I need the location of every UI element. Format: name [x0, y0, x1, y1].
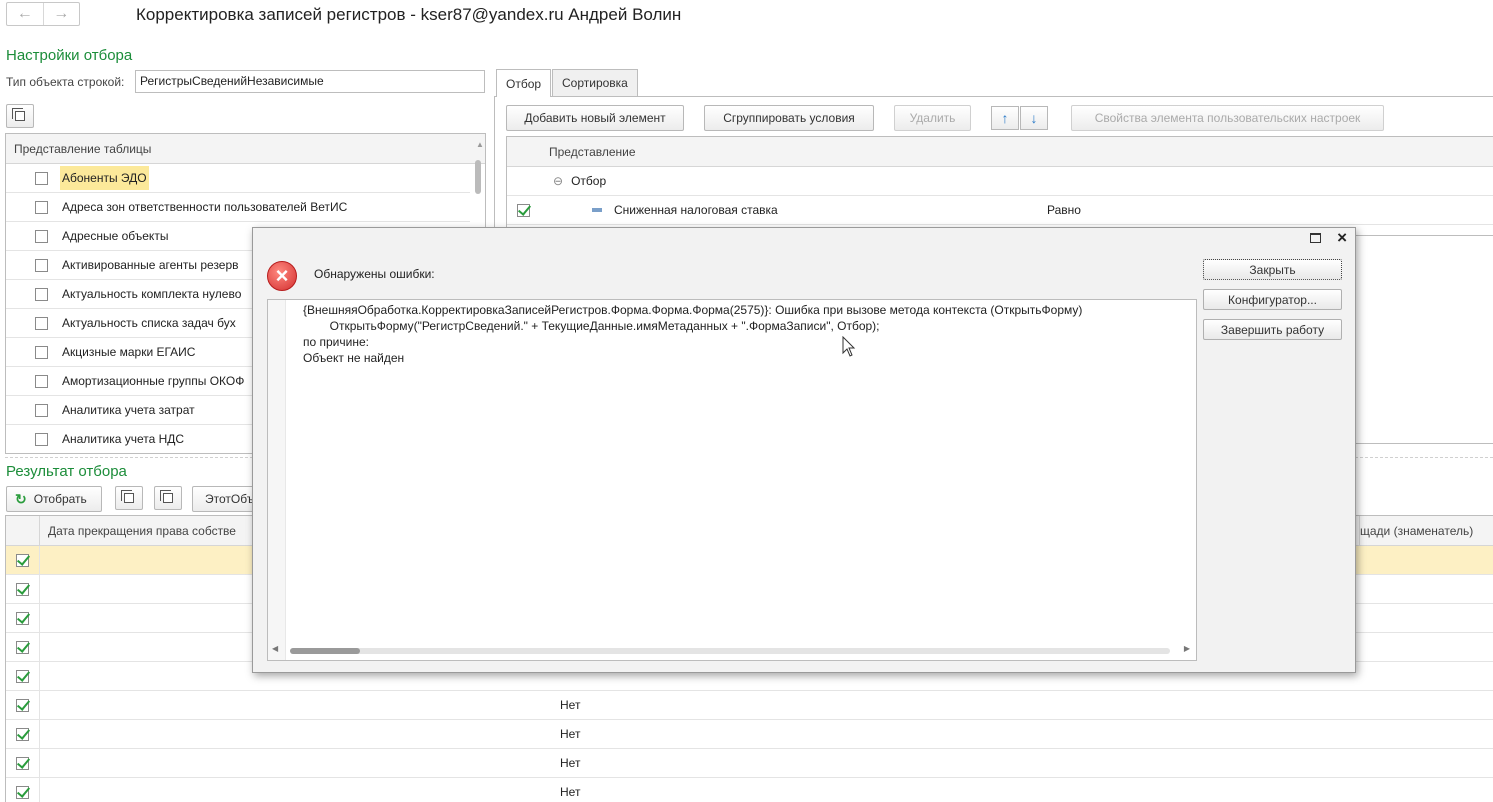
register-checkbox[interactable]	[35, 316, 48, 330]
result-title: Результат отбора	[6, 463, 127, 480]
filter-condition-row[interactable]: Сниженная налоговая ставка Равно	[507, 196, 1493, 225]
tab-sort[interactable]: Сортировка	[552, 69, 638, 96]
user-settings-props-button[interactable]: Свойства элемента пользовательских настр…	[1071, 105, 1384, 131]
register-row[interactable]: Адреса зон ответственности пользователей…	[6, 193, 470, 222]
result-checkbox[interactable]	[16, 756, 29, 770]
result-checkbox[interactable]	[16, 582, 29, 596]
condition-checkbox[interactable]	[517, 203, 530, 217]
close-button[interactable]: Закрыть	[1203, 259, 1342, 280]
register-label: Абоненты ЭДО	[60, 166, 149, 190]
select-button[interactable]: ↻ Отобрать	[6, 486, 102, 512]
register-checkbox[interactable]	[35, 345, 48, 359]
collapse-icon: ⊖	[553, 174, 564, 188]
register-checkbox[interactable]	[35, 403, 48, 417]
result-value: Нет	[560, 698, 581, 712]
register-label: Акцизные марки ЕГАИС	[62, 345, 196, 359]
result-checkbox[interactable]	[16, 698, 29, 712]
object-type-label: Тип объекта строкой:	[6, 75, 125, 89]
move-up-button[interactable]: ↑	[991, 106, 1019, 130]
error-line-1: {ВнешняяОбработка.КорректировкаЗаписейРе…	[303, 303, 1083, 317]
copy-icon-2	[160, 490, 173, 503]
result-row[interactable]: Нет	[6, 720, 1493, 749]
error-dialog: × × Обнаружены ошибки: {ВнешняяОбработка…	[252, 227, 1356, 673]
register-checkbox[interactable]	[35, 200, 48, 214]
result-checkbox[interactable]	[16, 669, 29, 683]
register-label: Адресные объекты	[62, 229, 169, 243]
close-icon[interactable]: ×	[1337, 228, 1347, 248]
result-checkbox[interactable]	[16, 727, 29, 741]
configurator-button[interactable]: Конфигуратор...	[1203, 289, 1342, 310]
filter-group-label: Отбор	[571, 174, 607, 188]
result-checkbox[interactable]	[16, 640, 29, 654]
result-checkbox[interactable]	[16, 553, 29, 567]
error-line-2: ОткрытьФорму("РегистрСведений." + Текущи…	[303, 319, 880, 333]
result-row[interactable]: Нет	[6, 691, 1493, 720]
add-element-button[interactable]: Добавить новый элемент	[506, 105, 684, 131]
horizontal-scrollbar[interactable]: ◀ ▶	[272, 644, 1190, 656]
register-label: Актуальность списка задач бух	[62, 316, 236, 330]
register-label: Адреса зон ответственности пользователей…	[62, 200, 348, 214]
register-label: Активированные агенты резерв	[62, 258, 239, 272]
register-checkbox[interactable]	[35, 171, 48, 185]
error-text-box[interactable]: {ВнешняяОбработка.КорректировкаЗаписейРе…	[267, 299, 1197, 661]
copy-icon	[12, 108, 25, 121]
select-button-label: Отобрать	[33, 492, 87, 506]
group-conditions-button[interactable]: Сгруппировать условия	[704, 105, 874, 131]
register-checkbox[interactable]	[35, 229, 48, 243]
filter-group-row[interactable]: ⊖ Отбор	[507, 167, 1493, 196]
register-checkbox[interactable]	[35, 374, 48, 388]
register-label: Амортизационные группы ОКОФ	[62, 374, 245, 388]
maximize-icon[interactable]	[1310, 233, 1321, 243]
tab-filter[interactable]: Отбор	[496, 69, 552, 97]
exit-button[interactable]: Завершить работу	[1203, 319, 1342, 340]
result-row[interactable]: Нет	[6, 778, 1493, 802]
text-gutter	[268, 300, 286, 660]
condition-label: Сниженная налоговая ставка	[614, 203, 778, 217]
result-value: Нет	[560, 756, 581, 770]
result-checkbox[interactable]	[16, 785, 29, 799]
result-checkbox[interactable]	[16, 611, 29, 625]
condition-type: Равно	[1047, 203, 1081, 217]
delete-button[interactable]: Удалить	[894, 105, 971, 131]
filter-settings-title: Настройки отбора	[6, 47, 133, 64]
register-checkbox[interactable]	[35, 258, 48, 272]
arrow-down-icon: ↓	[1030, 110, 1038, 126]
register-label: Аналитика учета затрат	[62, 403, 195, 417]
col-area: щади (знаменатель)	[1359, 516, 1473, 546]
back-button[interactable]: ←	[7, 3, 44, 25]
col-date: Дата прекращения права собстве	[48, 523, 236, 538]
result-value: Нет	[560, 785, 581, 799]
window-title: Корректировка записей регистров - kser87…	[136, 5, 682, 24]
copy-button[interactable]	[6, 104, 34, 128]
register-checkbox[interactable]	[35, 432, 48, 446]
filter-tree: Представление ⊖ Отбор Сниженная налогова…	[506, 136, 1493, 236]
filter-tree-header: Представление	[507, 137, 1493, 167]
forward-button[interactable]: →	[44, 3, 80, 25]
error-line-4: Объект не найден	[303, 351, 405, 365]
copy-button-2[interactable]	[154, 486, 182, 510]
move-down-button[interactable]: ↓	[1020, 106, 1048, 130]
filter-tree-header-label: Представление	[549, 144, 636, 159]
refresh-icon: ↻	[15, 490, 27, 507]
object-type-input[interactable]: РегистрыСведенийНезависимые	[135, 70, 485, 93]
register-label: Аналитика учета НДС	[62, 432, 185, 446]
error-icon: ×	[267, 261, 297, 291]
register-checkbox[interactable]	[35, 287, 48, 301]
error-line-3: по причине:	[303, 335, 369, 349]
nav-buttons: ← →	[6, 2, 80, 26]
result-value: Нет	[560, 727, 581, 741]
register-label: Актуальность комплекта нулево	[62, 287, 242, 301]
registers-table-header: Представление таблицы	[6, 134, 485, 164]
copy-checked-button[interactable]	[115, 486, 143, 510]
register-row[interactable]: Абоненты ЭДО	[6, 164, 470, 193]
result-row[interactable]: Нет	[6, 749, 1493, 778]
arrow-up-icon: ↑	[1001, 110, 1009, 126]
error-message: Обнаружены ошибки:	[314, 267, 435, 281]
condition-icon	[592, 208, 602, 212]
copy-checked-icon	[121, 490, 134, 503]
